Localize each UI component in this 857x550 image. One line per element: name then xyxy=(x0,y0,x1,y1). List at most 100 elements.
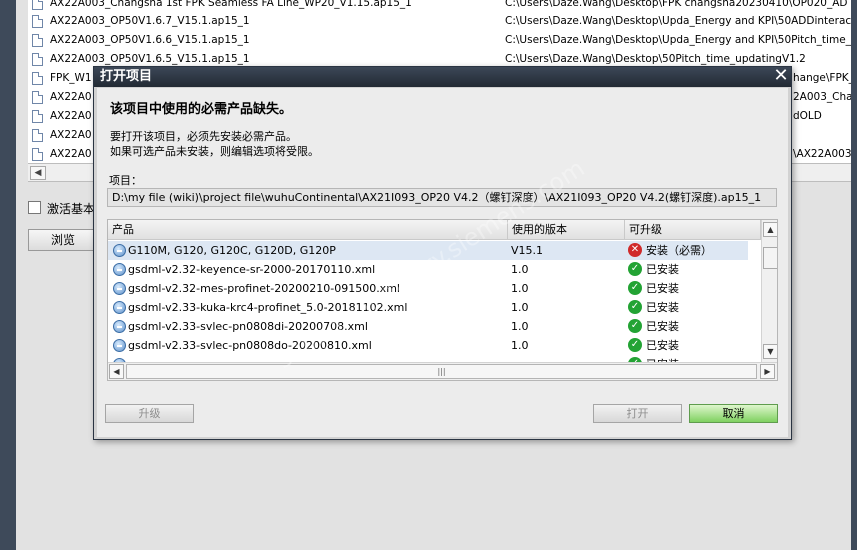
table-horizontal-scrollbar[interactable]: ◀ ||| ▶ xyxy=(108,362,777,380)
recent-project-name: FPK_W1 xyxy=(50,72,92,84)
browse-button[interactable]: 浏览 xyxy=(28,229,98,251)
recent-project-row[interactable]: AX22A003_OP50V1.6.7_V15.1.ap15_1 C:\Users… xyxy=(28,12,857,31)
product-name: gsdml-v2.32-keyence-sr-2000-20170110.xml xyxy=(128,263,376,276)
check-icon: ✓ xyxy=(628,319,642,333)
scroll-up-arrow-icon[interactable]: ▲ xyxy=(763,222,777,237)
version-cell: 1.0 xyxy=(511,263,529,276)
recent-project-path: C:\Users\Daze.Wang\Desktop\Upda_Energy a… xyxy=(505,15,852,27)
column-header-version[interactable]: 使用的版本 xyxy=(508,220,625,240)
version-cell: V15.1 xyxy=(511,244,544,257)
table-row[interactable]: gsdml-v2.32-keyence-sr-2000-20170110.xml… xyxy=(108,260,748,279)
description-line-1: 要打开该项目，必须先安装必需产品。 xyxy=(110,130,297,143)
product-cell: gsdml-v2.33-kuka-krc4-profinet_5.0-20181… xyxy=(112,298,504,317)
recent-project-path: 2A003_Char xyxy=(793,91,857,103)
version-cell: 1.0 xyxy=(511,301,529,314)
product-name: gsdml-v2.32-mes-profinet-20200210-091500… xyxy=(128,282,400,295)
file-icon xyxy=(32,91,43,104)
dialog-titlebar[interactable]: 打开项目 xyxy=(94,67,791,87)
check-icon: ✓ xyxy=(628,262,642,276)
version-cell: 1.0 xyxy=(511,339,529,352)
file-icon xyxy=(32,34,43,47)
table-row[interactable]: G110M, G120, G120C, G120D, G120P V15.1 ✕… xyxy=(108,241,748,260)
status-cell: ✓ 已安装 xyxy=(628,336,758,355)
product-icon xyxy=(113,301,126,314)
product-cell: gsdml-v2.33-svlec-pn0808do-20200810.xml xyxy=(112,336,504,355)
product-icon xyxy=(113,320,126,333)
product-cell: gsdml-v2.32-keyence-sr-2000-20170110.xml xyxy=(112,260,504,279)
product-name: gsdml-v2.33-svlec-pn0808do-20200810.xml xyxy=(128,339,372,352)
product-icon xyxy=(113,282,126,295)
table-vertical-scrollbar[interactable]: ▲ ▼ xyxy=(761,220,777,362)
product-cell: G110M, G120, G120C, G120D, G120P xyxy=(112,241,504,260)
scroll-left-arrow-icon[interactable]: ◀ xyxy=(109,364,124,379)
recent-project-name: AX22A0 xyxy=(50,148,92,160)
status-text: 已安装 xyxy=(646,320,679,333)
table-row[interactable]: gsdml-v2.33-svlec-pn0808di-20200708.xml … xyxy=(108,317,748,336)
product-name: gsdml-v2.33-svlec-pn0808di-20200708.xml xyxy=(128,320,368,333)
scroll-right-arrow-icon[interactable]: ▶ xyxy=(760,364,775,379)
file-icon xyxy=(32,129,43,142)
dialog-content: 该项目中使用的必需产品缺失。 要打开该项目，必须先安装必需产品。 如果可选产品未… xyxy=(97,88,788,437)
version-cell: 1.0 xyxy=(511,282,529,295)
vertical-scroll-thumb[interactable] xyxy=(763,247,777,269)
product-icon xyxy=(113,263,126,276)
recent-project-name: AX22A0 xyxy=(50,129,92,141)
check-icon: ✓ xyxy=(628,300,642,314)
recent-project-name: AX22A0 xyxy=(50,110,92,122)
recent-project-path: \AX22A003_ xyxy=(793,148,857,160)
recent-project-name: AX22A0 xyxy=(50,91,92,103)
open-button[interactable]: 打开 xyxy=(593,404,682,423)
version-cell: 1.0 xyxy=(511,320,529,333)
upgrade-button[interactable]: 升级 xyxy=(105,404,194,423)
file-icon xyxy=(32,53,43,66)
table-row[interactable]: gsdml-v2.32-mes-profinet-20200210-091500… xyxy=(108,279,748,298)
project-label: 项目： xyxy=(109,174,142,187)
product-icon xyxy=(113,244,126,257)
product-cell: gsdml-v2.33-svlec-pn0808di-20200708.xml xyxy=(112,317,504,336)
column-header-upgrade[interactable]: 可升级 xyxy=(625,220,761,240)
scroll-left-arrow-icon[interactable]: ◀ xyxy=(30,166,46,180)
product-name: G110M, G120, G120C, G120D, G120P xyxy=(128,244,336,257)
status-text: 已安装 xyxy=(646,301,679,314)
open-project-dialog: 打开项目 该项目中使用的必需产品缺失。 要打开该项目，必须先安装必需产品。 如果… xyxy=(93,66,792,440)
check-icon: ✓ xyxy=(628,281,642,295)
recent-project-name: AX22A003_OP50V1.6.7_V15.1.ap15_1 xyxy=(50,15,250,27)
status-cell: ✓ 已安装 xyxy=(628,298,758,317)
activate-basic-label: 激活基本 xyxy=(47,202,96,216)
status-text: 已安装 xyxy=(646,263,679,276)
activate-basic-checkbox[interactable] xyxy=(28,201,41,214)
table-header: 产品 使用的版本 可升级 xyxy=(108,220,761,240)
file-icon xyxy=(32,110,43,123)
description-line-2: 如果可选产品未安装，则编辑选项将受限。 xyxy=(110,145,319,158)
cancel-button[interactable]: 取消 xyxy=(689,404,778,423)
close-icon[interactable]: ✕ xyxy=(772,67,790,85)
table-row[interactable]: gsdml-v2.33-svlec-pn0808do-20200810.xml … xyxy=(108,336,748,355)
scroll-down-arrow-icon[interactable]: ▼ xyxy=(763,344,777,359)
recent-project-path: hange\FPK_W xyxy=(793,72,857,84)
recent-project-row[interactable]: AX22A003_OP50V1.6.6_V15.1.ap15_1 C:\Users… xyxy=(28,31,857,50)
file-icon xyxy=(32,72,43,85)
recent-project-path: C:\Users\Daze.Wang\Desktop\Upda_Energy a… xyxy=(505,34,851,46)
status-cell: ✓ 已安装 xyxy=(628,317,758,336)
status-text: 已安装 xyxy=(646,282,679,295)
status-cell: ✓ 已安装 xyxy=(628,260,758,279)
status-cell: ✕ 安装（必需） xyxy=(628,241,758,260)
file-icon xyxy=(32,148,43,161)
desktop-left-edge xyxy=(0,0,16,550)
desktop-right-edge xyxy=(851,0,857,550)
dialog-title: 打开项目 xyxy=(100,69,153,84)
column-header-product[interactable]: 产品 xyxy=(108,220,508,240)
status-text: 安装（必需） xyxy=(646,244,712,257)
table-row[interactable]: gsdml-v2.33-kuka-krc4-profinet_5.0-20181… xyxy=(108,298,748,317)
file-icon xyxy=(32,15,43,28)
error-x-icon: ✕ xyxy=(628,243,642,257)
check-icon: ✓ xyxy=(628,338,642,352)
product-table: 产品 使用的版本 可升级 G110M, G120, G120C, G120D, … xyxy=(107,219,778,381)
horizontal-scroll-thumb[interactable]: ||| xyxy=(126,364,757,379)
product-name: gsdml-v2.33-kuka-krc4-profinet_5.0-20181… xyxy=(128,301,408,314)
project-path-field: D:\my file (wiki)\project file\wuhuConti… xyxy=(107,188,777,207)
product-icon xyxy=(113,339,126,352)
recent-project-name: AX22A003_OP50V1.6.6_V15.1.ap15_1 xyxy=(50,34,250,46)
product-cell: gsdml-v2.32-mes-profinet-20200210-091500… xyxy=(112,279,504,298)
recent-project-path: dOLD xyxy=(793,110,822,122)
